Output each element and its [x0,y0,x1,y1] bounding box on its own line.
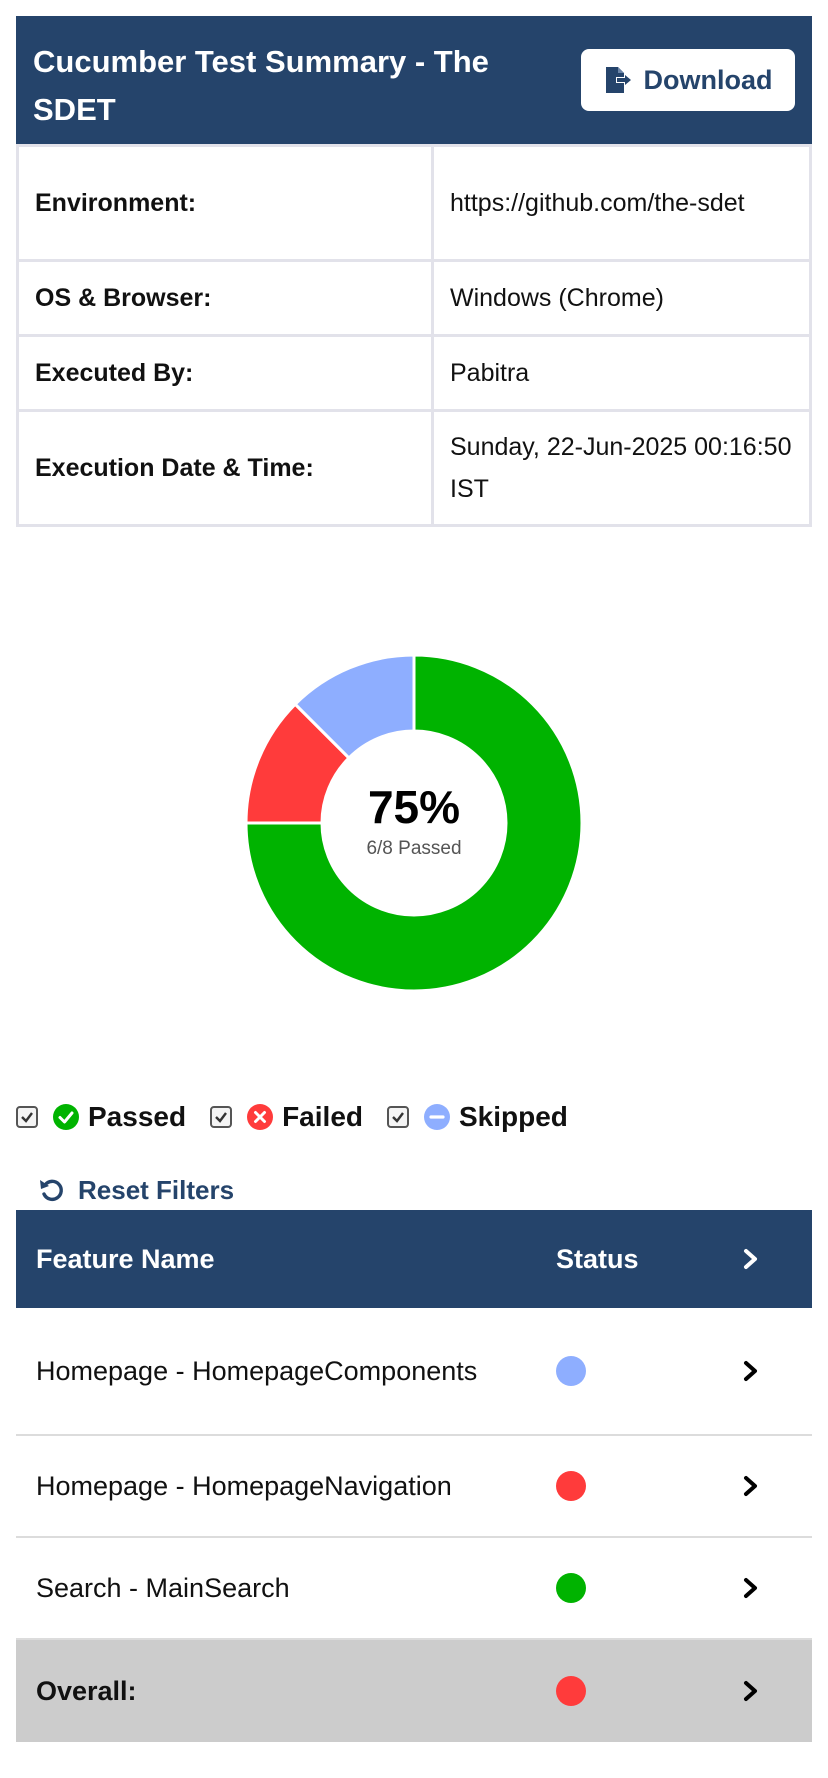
status-filters: Passed Failed Skipped [16,1095,592,1139]
overall-label: Overall: [36,1675,137,1706]
expand-row-button[interactable] [741,1359,812,1383]
file-export-icon [605,67,631,93]
download-label: Download [643,64,773,95]
feature-name: Homepage - HomepageNavigation [36,1470,452,1501]
expand-row-button[interactable] [741,1679,812,1703]
checkbox[interactable] [210,1106,233,1128]
reset-filters-button[interactable]: Reset Filters [38,1170,234,1210]
expand-all-button[interactable] [741,1247,812,1271]
pass-count: 6/8 Passed [366,838,462,859]
undo-icon [40,1179,63,1202]
table-row[interactable]: Search - MainSearch [16,1538,812,1640]
status-cell [536,1471,741,1501]
filter-label: Failed [282,1101,363,1132]
info-value: Sunday, 22-Jun-2025 00:16:50 IST [431,409,812,527]
checkbox[interactable] [16,1106,38,1128]
feature-name: Search - MainSearch [36,1572,290,1603]
chevron-right-icon [744,1681,757,1701]
report-header: Cucumber Test Summary - The SDET Downloa… [16,16,812,144]
filter-label: Skipped [459,1101,568,1132]
info-label: Environment: [16,144,434,262]
status-cell [536,1356,741,1386]
pass-percentage: 75% [367,781,461,833]
table-header: Feature Name Status [16,1210,812,1308]
x-circle-icon [247,1104,274,1130]
overall-row[interactable]: Overall: [16,1640,812,1742]
feature-table: Feature Name Status Homepage - HomepageC… [16,1210,812,1742]
status-dot [556,1471,586,1501]
expand-row-button[interactable] [741,1474,812,1498]
report-page: Cucumber Test Summary - The SDET Downloa… [0,0,828,1778]
feature-name: Homepage - HomepageComponents [36,1355,478,1386]
chevron-right-icon [744,1578,757,1598]
check-icon [215,1112,228,1123]
check-icon [21,1112,33,1123]
status-cell [536,1676,741,1706]
page-title: Cucumber Test Summary - The SDET [33,44,489,127]
minus-circle-icon [424,1104,450,1130]
expand-row-button[interactable] [741,1576,812,1600]
info-row: OS & Browser: Windows (Chrome) [16,259,812,337]
filter-passed[interactable]: Passed [16,1101,186,1133]
table-row[interactable]: Homepage - HomepageNavigation [16,1436,812,1538]
info-value: Pabitra [431,334,812,412]
reset-label: Reset Filters [78,1174,235,1205]
filter-label: Passed [88,1101,187,1132]
info-value: https://github.com/the-sdet [431,144,812,262]
column-header-status[interactable]: Status [536,1244,741,1275]
info-label: OS & Browser: [16,259,434,337]
info-value: Windows (Chrome) [431,259,812,337]
status-cell [536,1573,741,1603]
chevron-right-icon [744,1361,757,1381]
info-row: Environment: https://github.com/the-sdet [16,144,812,262]
status-dot [556,1573,586,1603]
info-label: Executed By: [16,334,434,412]
table-row[interactable]: Homepage - HomepageComponents [16,1308,812,1436]
filter-failed[interactable]: Failed [210,1101,363,1133]
check-icon [392,1112,404,1123]
check-circle-icon [53,1104,79,1130]
download-button[interactable]: Download [581,49,795,111]
chevron-right-icon [744,1249,757,1269]
status-dot [556,1356,586,1386]
filter-skipped[interactable]: Skipped [387,1101,568,1133]
status-dot [556,1676,586,1706]
info-row: Executed By: Pabitra [16,334,812,412]
info-row: Execution Date & Time: Sunday, 22-Jun-20… [16,409,812,527]
checkbox[interactable] [387,1106,409,1128]
donut-center: 75% 6/8 Passed [244,653,584,993]
info-label: Execution Date & Time: [16,409,434,527]
chevron-right-icon [744,1476,757,1496]
column-header-feature[interactable]: Feature Name [16,1239,536,1280]
environment-info-table: Environment: https://github.com/the-sdet… [16,144,812,527]
